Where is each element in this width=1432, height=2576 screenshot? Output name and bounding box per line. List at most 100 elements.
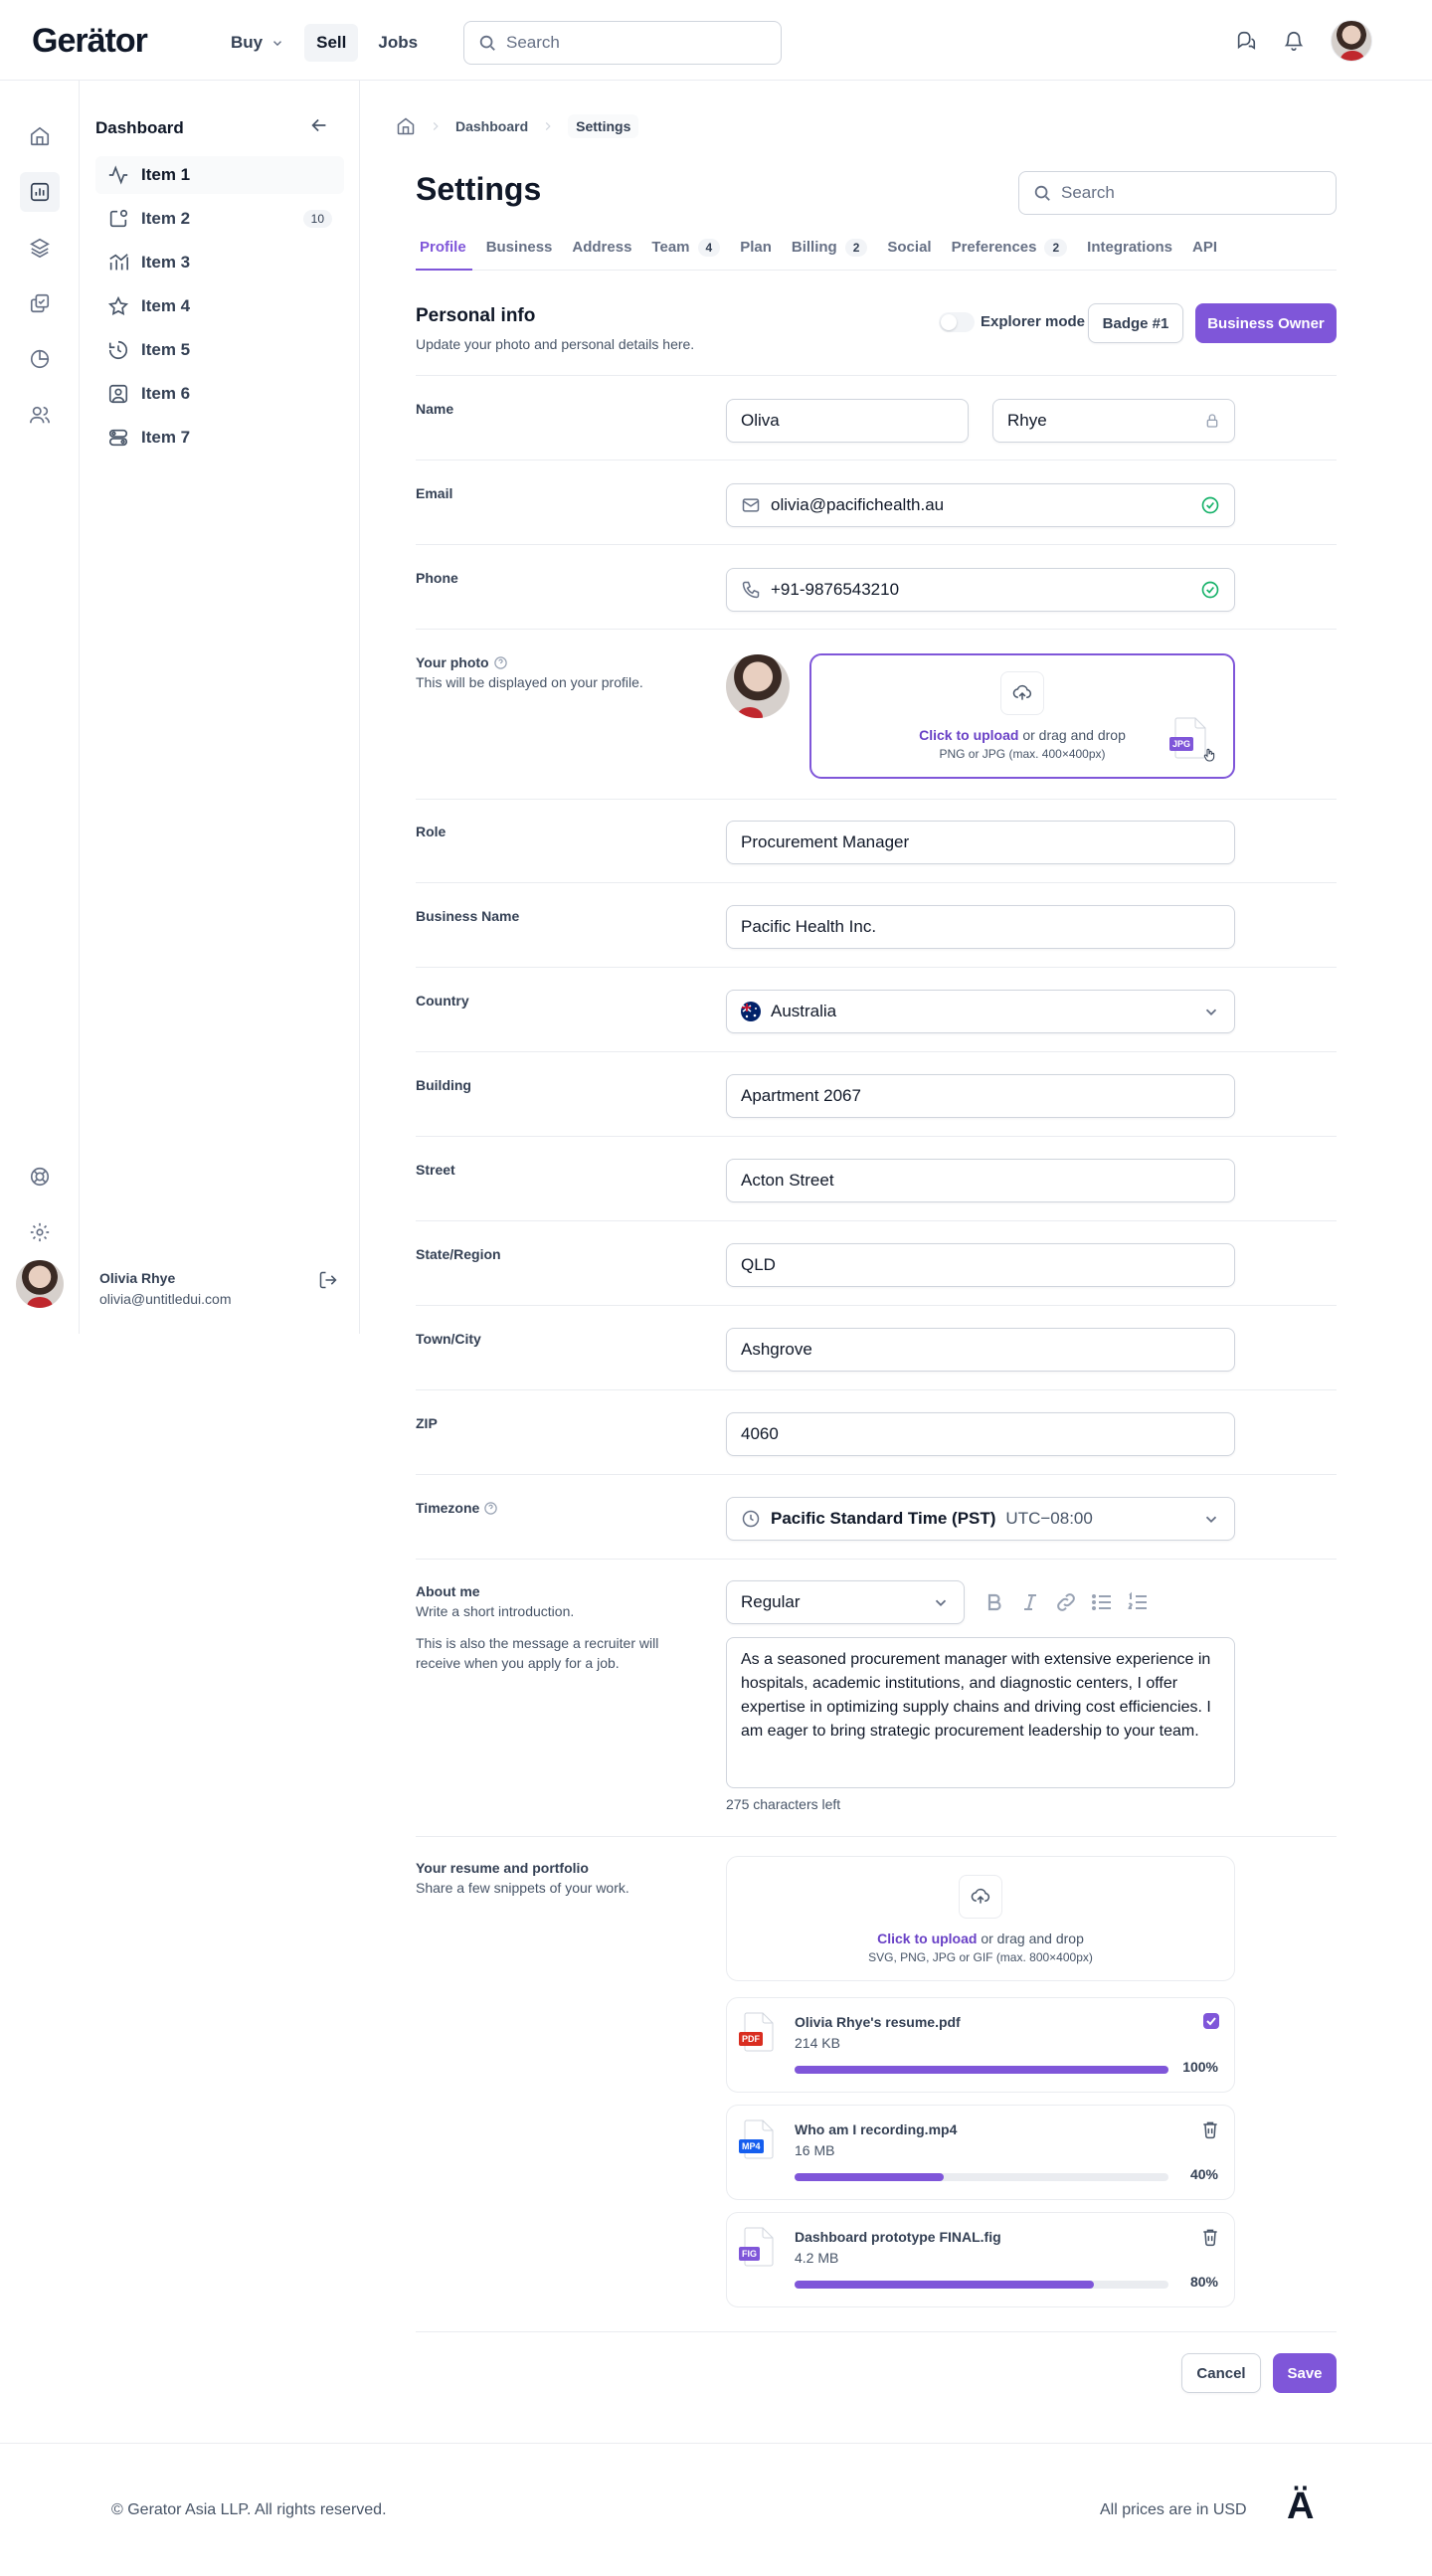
sidebar-user: Olivia Rhye olivia@untitledui.com [16, 1260, 344, 1314]
sidebar-item-3[interactable]: Item 3 [95, 244, 344, 281]
file-checkbox[interactable] [1202, 2012, 1220, 2030]
nav-sell[interactable]: Sell [304, 24, 359, 62]
tab-team[interactable]: Team 4 [647, 235, 726, 271]
cancel-button[interactable]: Cancel [1181, 2353, 1261, 2393]
rail-home[interactable] [20, 116, 60, 156]
logo[interactable]: Gerätor [32, 22, 148, 61]
upload-icon-box [1000, 671, 1044, 715]
help-circle-icon[interactable] [483, 1501, 498, 1516]
upload-formats: SVG, PNG, JPG or GIF (max. 800×400px) [868, 1950, 1093, 1964]
save-button[interactable]: Save [1273, 2353, 1337, 2393]
country-value: Australia [771, 1002, 837, 1020]
bold-icon[interactable] [983, 1590, 1006, 1614]
bullet-list-icon[interactable] [1090, 1590, 1114, 1614]
bell-icon[interactable] [1283, 30, 1305, 52]
divider [416, 1559, 1337, 1560]
explorer-mode-toggle[interactable] [939, 312, 975, 332]
search-icon [1034, 185, 1050, 201]
user-square-icon [108, 384, 128, 404]
upload-text: or drag and drop [981, 1931, 1084, 1946]
email-field[interactable]: olivia@pacifichealth.au [726, 483, 1235, 527]
tab-plan[interactable]: Plan [736, 235, 778, 271]
resume-upload-dropzone[interactable]: Click to upload or drag and drop SVG, PN… [726, 1856, 1235, 1981]
sidebar-item-2[interactable]: Item 2 10 [95, 200, 344, 238]
rail-layers[interactable] [20, 228, 60, 268]
about-textarea[interactable]: As a seasoned procurement manager with e… [726, 1637, 1235, 1788]
zip-input[interactable]: 4060 [726, 1412, 1235, 1456]
rail-tasks[interactable] [20, 283, 60, 323]
tab-profile[interactable]: Profile [416, 235, 472, 271]
business-name-input[interactable]: Pacific Health Inc. [726, 905, 1235, 949]
rail-users[interactable] [20, 395, 60, 435]
about-label: About me [416, 1583, 480, 1599]
sidebar-item-4[interactable]: Item 4 [95, 287, 344, 325]
tab-social[interactable]: Social [883, 235, 937, 271]
tab-label: Business [485, 239, 553, 256]
rail-support[interactable] [20, 1157, 60, 1196]
tab-business[interactable]: Business [482, 235, 559, 271]
tab-preferences[interactable]: Preferences 2 [948, 235, 1074, 271]
upload-line: Click to upload or drag and drop [727, 1931, 1234, 1946]
logout-button[interactable] [318, 1270, 338, 1290]
link-icon[interactable] [1054, 1590, 1078, 1614]
sidebar-item-5[interactable]: Item 5 [95, 331, 344, 369]
first-name-input[interactable]: Oliva [726, 399, 969, 443]
star-icon [107, 295, 129, 316]
avatar[interactable] [1331, 20, 1372, 62]
breadcrumb: Dashboard Settings [396, 114, 639, 138]
street-input[interactable]: Acton Street [726, 1159, 1235, 1202]
sidebar-item-1[interactable]: Item 1 [95, 156, 344, 194]
profile-photo [726, 654, 790, 718]
trash-icon [1203, 2229, 1217, 2247]
sidebar-collapse-button[interactable] [308, 114, 330, 136]
town-input[interactable]: Ashgrove [726, 1328, 1235, 1372]
sidebar-item-6[interactable]: Item 6 [95, 375, 344, 413]
help-circle-icon[interactable] [493, 655, 508, 670]
delete-file-button[interactable] [1200, 2119, 1220, 2139]
page-title: Settings [416, 171, 542, 207]
breadcrumb-settings[interactable]: Settings [568, 114, 639, 138]
divider [416, 1136, 1337, 1137]
business-owner-button[interactable]: Business Owner [1195, 303, 1337, 343]
top-search-input[interactable]: Search [463, 21, 782, 65]
sidebar-item-7[interactable]: Item 7 [95, 419, 344, 457]
footer-logo-mark: Ä [1287, 2485, 1315, 2527]
rail-dashboard[interactable] [20, 172, 60, 212]
street-value: Acton Street [741, 1171, 834, 1190]
text-style-select[interactable]: Regular [726, 1580, 965, 1624]
building-input[interactable]: Apartment 2067 [726, 1074, 1235, 1118]
user-name: Olivia Rhye [99, 1270, 176, 1286]
role-label: Role [416, 824, 447, 839]
message-icon[interactable] [1235, 30, 1257, 52]
last-name-input[interactable]: Rhye [992, 399, 1235, 443]
rail-reports[interactable] [20, 339, 60, 379]
role-input[interactable]: Procurement Manager [726, 821, 1235, 864]
click-to-upload-link[interactable]: Click to upload [919, 727, 1018, 743]
country-select[interactable]: Australia [726, 990, 1235, 1033]
upload-cloud-icon [971, 1888, 990, 1904]
breadcrumb-dashboard[interactable]: Dashboard [455, 118, 528, 134]
home-icon[interactable] [396, 116, 416, 136]
clock-rewind-icon [108, 340, 128, 360]
settings-search-input[interactable]: Search [1018, 171, 1337, 215]
rail-settings[interactable] [20, 1212, 60, 1252]
nav-buy[interactable]: Buy [219, 24, 296, 62]
numbered-list-icon[interactable] [1126, 1590, 1150, 1614]
photo-upload-dropzone[interactable]: Click to upload or drag and drop PNG or … [809, 653, 1235, 779]
timezone-select[interactable]: Pacific Standard Time (PST) UTC−08:00 [726, 1497, 1235, 1541]
tab-address[interactable]: Address [568, 235, 637, 271]
tab-integrations[interactable]: Integrations [1083, 235, 1178, 271]
click-to-upload-link[interactable]: Click to upload [877, 1931, 977, 1946]
nav-jobs[interactable]: Jobs [366, 24, 430, 62]
delete-file-button[interactable] [1200, 2227, 1220, 2247]
tab-billing[interactable]: Billing 2 [788, 235, 874, 271]
badge-button[interactable]: Badge #1 [1088, 303, 1183, 343]
italic-icon[interactable] [1018, 1590, 1042, 1614]
state-value: QLD [741, 1255, 776, 1274]
state-input[interactable]: QLD [726, 1243, 1235, 1287]
phone-field[interactable]: +91-9876543210 [726, 568, 1235, 612]
top-navbar: Gerätor Buy Sell Jobs Search [0, 0, 1432, 81]
about-hint-recruiter: This is also the message a recruiter wil… [416, 1635, 659, 1671]
tab-api[interactable]: API [1188, 235, 1223, 271]
progress-percent: 100% [1182, 2059, 1218, 2075]
